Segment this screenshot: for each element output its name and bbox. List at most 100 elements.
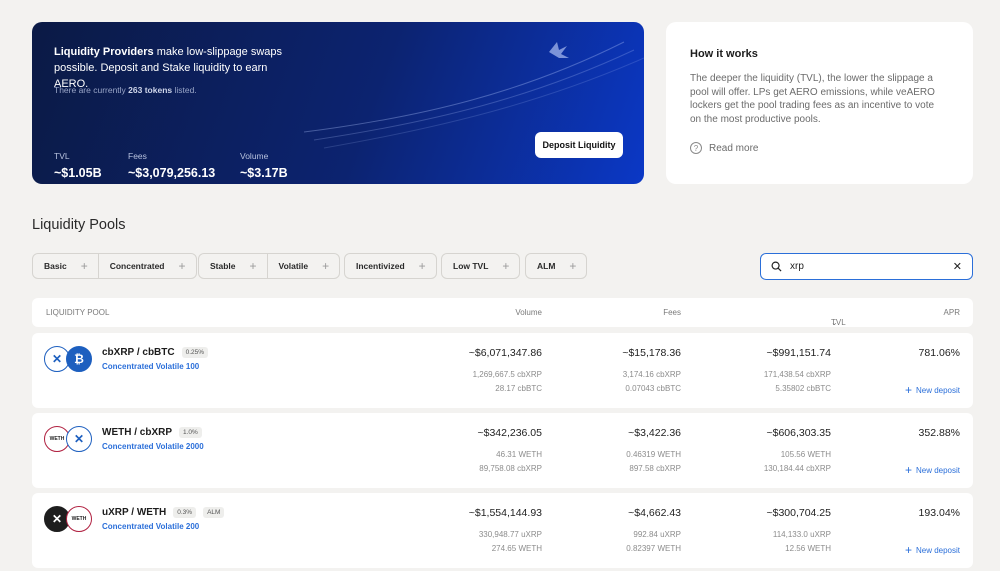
fees-a: 3,174.16 cbXRP: [622, 370, 681, 379]
volume-b: 89,758.08 cbXRP: [479, 464, 542, 473]
pool-pair: WETH / cbXRP 1.0%: [102, 427, 202, 438]
filter-alm[interactable]: ALM +: [526, 254, 586, 278]
cbxrp-icon: ✕: [66, 426, 92, 452]
stat-label: TVL: [54, 151, 70, 161]
tvl-a: 114,133.0 uXRP: [772, 530, 831, 539]
pool-pair: cbXRP / cbBTC 0.25%: [102, 347, 209, 358]
header-fees[interactable]: Fees: [663, 308, 681, 317]
fee-badge: 0.3%: [173, 507, 197, 518]
table-row[interactable]: ✕ WETH uXRP / WETH 0.3% ALM Concentrated…: [32, 493, 973, 568]
tvl-a: 105.56 WETH: [780, 450, 831, 459]
volume-a: 330,948.77 uXRP: [478, 530, 542, 539]
header-apr[interactable]: APR: [944, 308, 960, 317]
plus-icon: +: [502, 259, 510, 273]
apr-value: 193.04%: [918, 507, 960, 519]
pool-pair: uXRP / WETH 0.3% ALM: [102, 507, 225, 518]
how-it-works-text: The deeper the liquidity (TVL), the lowe…: [690, 73, 935, 125]
pair-icons: ✕ ₿: [44, 346, 96, 372]
alm-badge: ALM: [203, 507, 225, 518]
pool-type-link[interactable]: Concentrated Volatile 100: [102, 362, 199, 371]
filter-group-alm: ALM +: [525, 253, 588, 279]
token-count-value: 263 tokens: [128, 85, 173, 95]
fees-b: 0.07043 cbBTC: [625, 384, 681, 393]
volume-b: 274.65 WETH: [491, 544, 542, 553]
question-icon: ?: [690, 142, 702, 154]
filter-stable[interactable]: Stable +: [199, 254, 267, 278]
pair-name: uXRP / WETH: [102, 507, 167, 518]
cbbtc-icon: ₿: [66, 346, 92, 372]
pool-type-link[interactable]: Concentrated Volatile 2000: [102, 442, 204, 451]
stat-label: Volume: [240, 151, 269, 161]
filter-group-incentivized: Incentivized +: [344, 253, 437, 279]
plus-icon: +: [418, 259, 426, 273]
pool-type-link[interactable]: Concentrated Volatile 200: [102, 522, 199, 531]
pair-icons: ✕ WETH: [44, 506, 96, 532]
apr-value: 781.06%: [918, 347, 960, 359]
stat-fees: Fees ~$3,079,256.13: [128, 151, 215, 180]
volume-b: 28.17 cbBTC: [495, 384, 542, 393]
how-it-works-title: How it works: [690, 48, 758, 60]
stat-label: Fees: [128, 151, 147, 161]
table-header: LIQUIDITY POOL Volume Fees TVL ⌄ APR: [32, 298, 973, 327]
fees-a: 992.84 uXRP: [633, 530, 681, 539]
volume-a: 46.31 WETH: [496, 450, 542, 459]
clear-search-icon[interactable]: ✕: [953, 260, 962, 273]
pair-icons: WETH ✕: [44, 426, 96, 452]
plus-icon: +: [904, 543, 912, 557]
token-count: There are currently 263 tokens listed.: [54, 85, 197, 95]
new-deposit-label: New deposit: [915, 545, 960, 555]
header-volume[interactable]: Volume: [515, 308, 542, 317]
tvl-b: 130,184.44 cbXRP: [763, 464, 831, 473]
filter-label: ALM: [537, 261, 556, 271]
filter-label: Basic: [44, 261, 67, 271]
stat-volume: Volume ~$3.17B: [240, 151, 288, 180]
table-row[interactable]: WETH ✕ WETH / cbXRP 1.0% Concentrated Vo…: [32, 413, 973, 488]
volume-value: ~$6,071,347.86: [468, 347, 542, 359]
plus-icon: +: [249, 259, 257, 273]
fees-b: 0.82397 WETH: [626, 544, 681, 553]
filter-volatile[interactable]: Volatile +: [266, 254, 340, 278]
filter-group-type: Basic + Concentrated +: [32, 253, 197, 279]
filter-concentrated[interactable]: Concentrated +: [97, 254, 196, 278]
filter-label: Stable: [210, 261, 236, 271]
tvl-b: 12.56 WETH: [785, 544, 831, 553]
stat-tvl: TVL ~$1.05B: [54, 151, 102, 180]
plus-icon: +: [80, 259, 88, 273]
pair-name: cbXRP / cbBTC: [102, 347, 175, 358]
new-deposit-link[interactable]: + New deposit: [905, 543, 960, 557]
how-it-works-card: How it works The deeper the liquidity (T…: [666, 22, 973, 184]
hero-banner: Liquidity Providers make low-slippage sw…: [32, 22, 644, 184]
plus-icon: +: [322, 259, 330, 273]
filter-incentivized[interactable]: Incentivized +: [345, 254, 436, 278]
filter-label: Volatile: [278, 261, 309, 271]
search-input[interactable]: [790, 261, 953, 272]
apr-value: 352.88%: [918, 427, 960, 439]
new-deposit-link[interactable]: + New deposit: [905, 383, 960, 397]
tvl-a: 171,438.54 cbXRP: [763, 370, 831, 379]
search-icon: [771, 261, 782, 272]
pair-name: WETH / cbXRP: [102, 427, 173, 438]
weth-icon: WETH: [66, 506, 92, 532]
section-title: Liquidity Pools: [32, 217, 126, 233]
plus-icon: +: [904, 383, 912, 397]
deposit-liquidity-button[interactable]: Deposit Liquidity: [535, 132, 623, 158]
plus-icon: +: [904, 463, 912, 477]
tvl-value: ~$606,303.35: [766, 427, 831, 439]
read-more-link[interactable]: ? Read more: [690, 142, 758, 154]
fee-badge: 1.0%: [179, 427, 202, 438]
fees-b: 897.58 cbXRP: [629, 464, 681, 473]
filter-low-tvl[interactable]: Low TVL +: [442, 254, 519, 278]
new-deposit-label: New deposit: [915, 385, 960, 395]
filter-basic[interactable]: Basic +: [33, 254, 98, 278]
new-deposit-link[interactable]: + New deposit: [905, 463, 960, 477]
tvl-value: ~$300,704.25: [766, 507, 831, 519]
volume-value: ~$342,236.05: [477, 427, 542, 439]
tvl-b: 5.35802 cbBTC: [775, 384, 831, 393]
new-deposit-label: New deposit: [915, 465, 960, 475]
filter-group-pool: Stable + Volatile +: [198, 253, 341, 279]
filter-group-low-tvl: Low TVL +: [441, 253, 521, 279]
fees-a: 0.46319 WETH: [626, 450, 681, 459]
tvl-value: ~$991,151.74: [766, 347, 831, 359]
header-pool: LIQUIDITY POOL: [46, 308, 110, 317]
table-row[interactable]: ✕ ₿ cbXRP / cbBTC 0.25% Concentrated Vol…: [32, 333, 973, 408]
